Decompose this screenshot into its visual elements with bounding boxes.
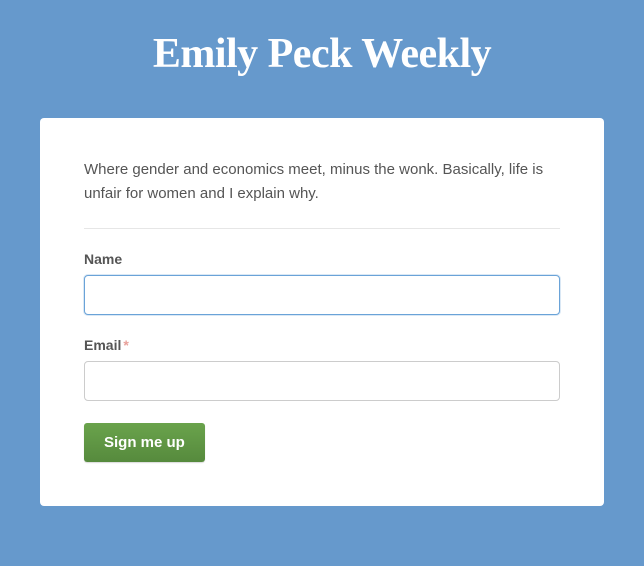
email-input[interactable] [84, 361, 560, 401]
page-title: Emily Peck Weekly [20, 30, 624, 78]
name-input[interactable] [84, 275, 560, 315]
email-label-text: Email [84, 337, 121, 353]
email-label: Email* [84, 337, 560, 353]
description-text: Where gender and economics meet, minus t… [84, 158, 560, 206]
required-indicator: * [123, 337, 128, 353]
signup-button[interactable]: Sign me up [84, 423, 205, 462]
name-field-group: Name [84, 251, 560, 315]
email-field-group: Email* [84, 337, 560, 401]
divider [84, 228, 560, 229]
signup-card: Where gender and economics meet, minus t… [40, 118, 604, 506]
page-header: Emily Peck Weekly [0, 0, 644, 118]
name-label: Name [84, 251, 560, 267]
